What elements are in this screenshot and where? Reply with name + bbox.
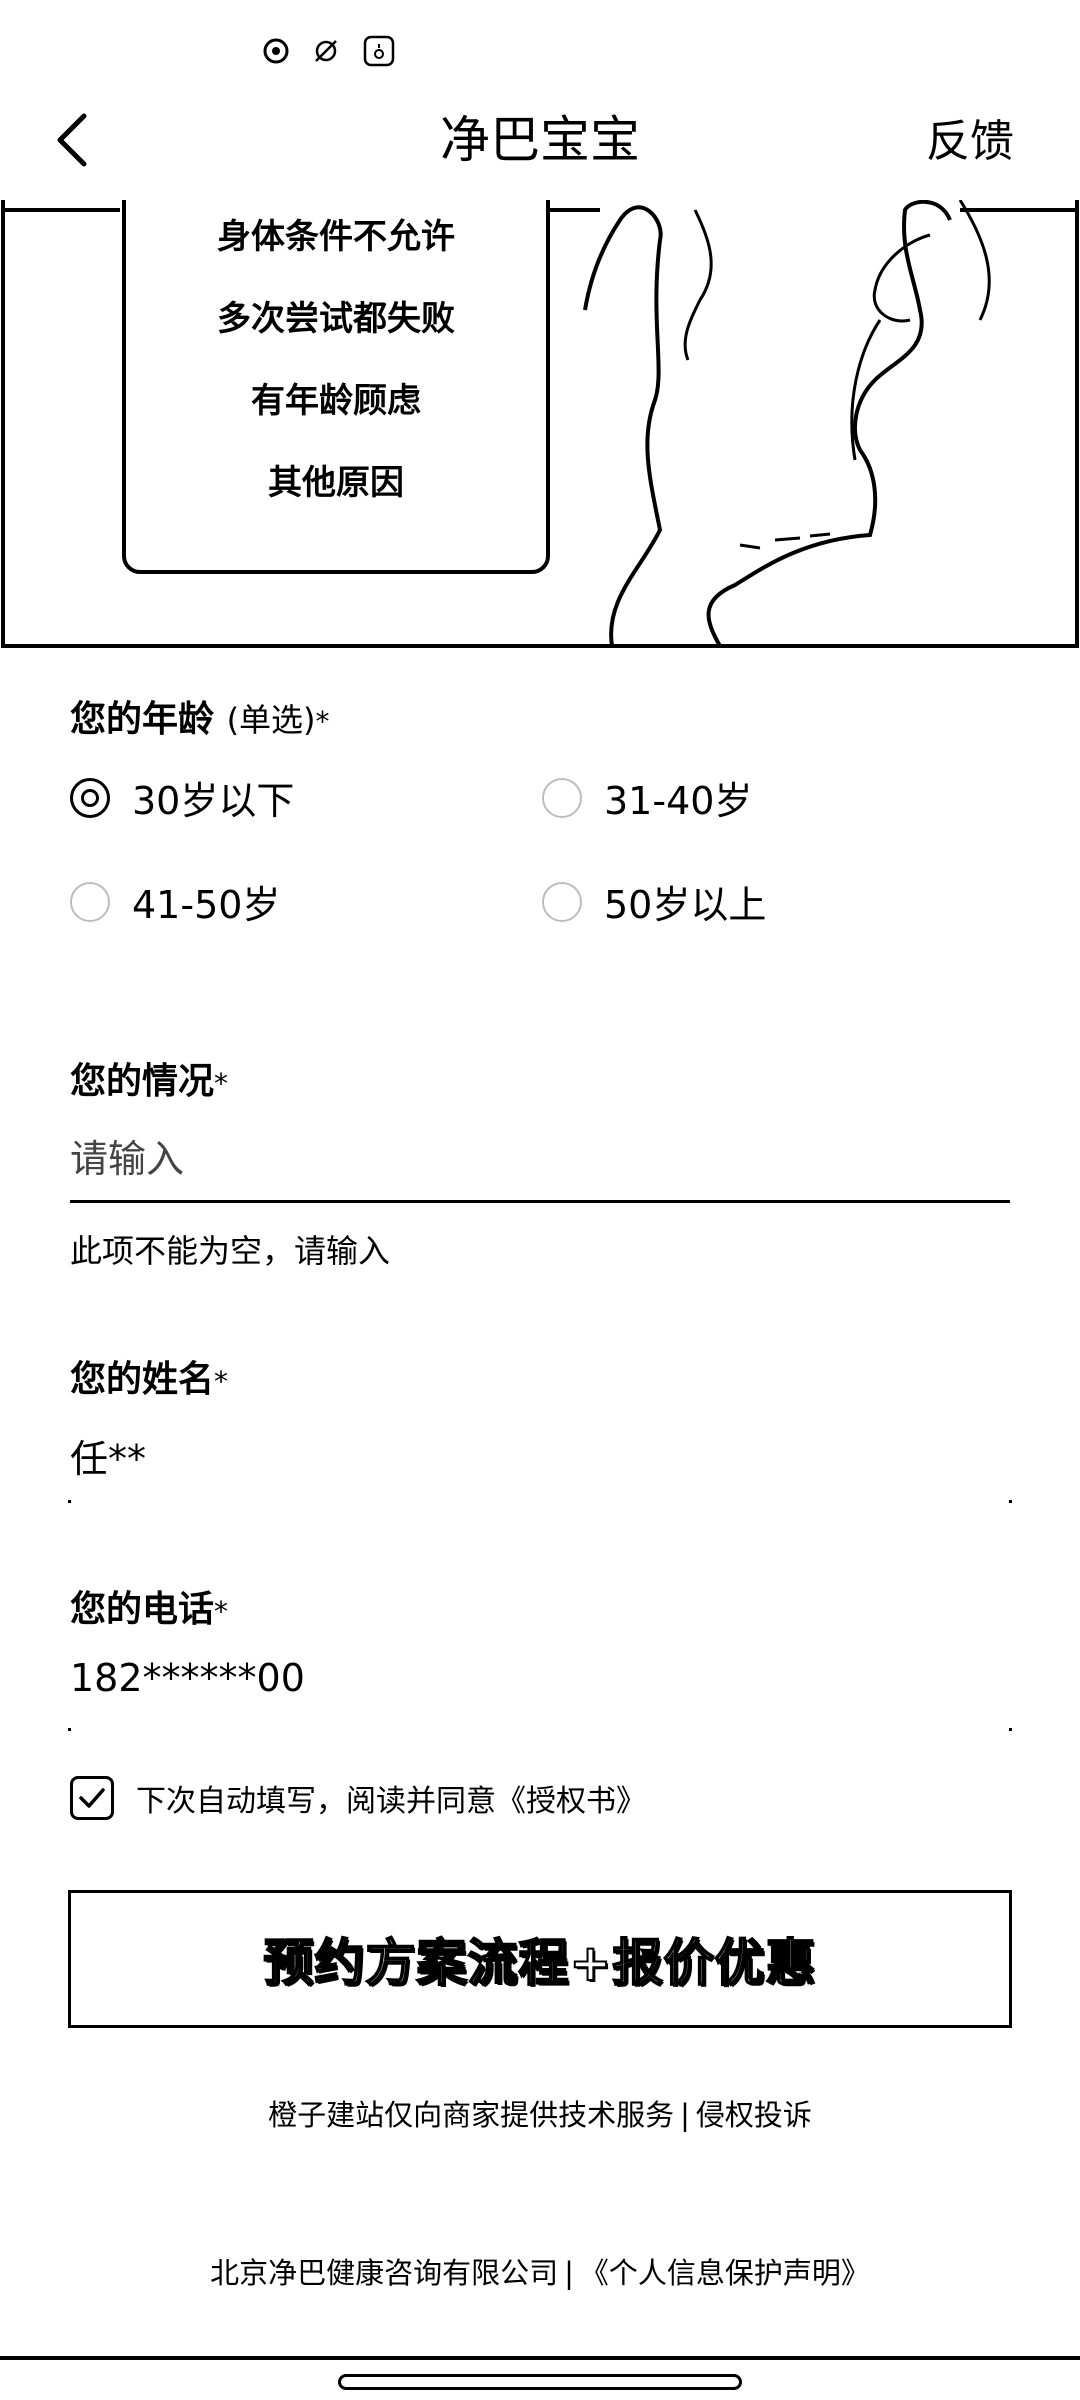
no-sync-icon	[312, 37, 340, 65]
name-label: 您的姓名*	[70, 1350, 228, 1402]
required-mark: *	[214, 1067, 229, 1100]
phone-input[interactable]: 182******00	[70, 1656, 305, 1700]
status-icons	[262, 34, 396, 68]
home-indicator[interactable]	[338, 2374, 742, 2390]
consent-checkbox[interactable]	[70, 1776, 114, 1820]
age-option-label: 41-50岁	[132, 883, 281, 927]
reason-list: 身体条件不允许 多次尝试都失败 有年龄顾虑 其他原因	[126, 200, 546, 524]
reason-card: 身体条件不允许 多次尝试都失败 有年龄顾虑 其他原因	[122, 200, 550, 574]
reason-item: 其他原因	[268, 463, 404, 503]
footer-separator: |	[564, 2256, 574, 2290]
age-label: 您的年龄 (单选)*	[70, 690, 330, 742]
footer-separator: |	[680, 2098, 690, 2132]
footer-company-line: 北京净巴健康咨询有限公司 | 《个人信息保护声明》	[0, 2250, 1080, 2292]
reason-item: 有年龄顾虑	[251, 381, 421, 421]
name-underline	[68, 1500, 1012, 1504]
radio-unchecked-icon[interactable]	[542, 881, 582, 922]
company-name: 北京净巴健康咨询有限公司	[210, 2256, 559, 2290]
name-label-text: 您的姓名	[70, 1359, 215, 1400]
app-header: 净巴宝宝 反馈	[0, 100, 1080, 180]
phone-label: 您的电话*	[70, 1580, 228, 1632]
reason-item: 身体条件不允许	[217, 217, 455, 257]
consent-text: 下次自动填写，阅读并同意《授权书》	[136, 1784, 646, 1819]
age-option-under-30[interactable]: 30岁以下	[70, 770, 294, 825]
required-mark: *	[214, 1595, 229, 1628]
consent-row[interactable]: 下次自动填写，阅读并同意《授权书》	[70, 1776, 646, 1820]
checkmark-icon	[79, 1788, 105, 1808]
age-option-label: 50岁以上	[604, 883, 767, 927]
privacy-link[interactable]: 《个人信息保护声明》	[580, 2256, 870, 2290]
situation-label-text: 您的情况	[70, 1061, 215, 1102]
feedback-button[interactable]: 反馈	[926, 112, 1014, 172]
record-icon	[262, 37, 290, 65]
page-title: 净巴宝宝	[440, 111, 640, 169]
submit-button[interactable]: 预约方案流程+报价优惠	[68, 1890, 1012, 2028]
age-option-label: 31-40岁	[604, 779, 753, 823]
notification-icon	[362, 34, 396, 68]
radio-unchecked-icon[interactable]	[70, 881, 110, 922]
phone-label-text: 您的电话	[70, 1589, 215, 1630]
banner-image: 身体条件不允许 多次尝试都失败 有年龄顾虑 其他原因	[0, 200, 1080, 650]
footer-tech-text: 橙子建站仅向商家提供技术服务	[268, 2098, 675, 2132]
age-option-label: 30岁以下	[132, 779, 295, 823]
situation-input[interactable]: 请输入	[70, 1128, 184, 1183]
situation-error: 此项不能为空，请输入	[70, 1232, 391, 1270]
status-bar	[0, 0, 1080, 96]
situation-underline	[70, 1200, 1010, 1203]
age-option-over-50[interactable]: 50岁以上	[542, 874, 766, 929]
phone-underline	[68, 1728, 1012, 1732]
radio-checked-icon[interactable]	[70, 777, 110, 818]
required-mark: *	[315, 705, 330, 738]
required-mark: *	[214, 1365, 229, 1398]
bottom-divider	[0, 2356, 1080, 2360]
submit-label: 预约方案流程+报价优惠	[263, 1933, 817, 1993]
footer-tech-line: 橙子建站仅向商家提供技术服务 | 侵权投诉	[0, 2092, 1080, 2134]
age-option-31-40[interactable]: 31-40岁	[542, 770, 752, 825]
age-label-text: 您的年龄	[70, 699, 215, 740]
radio-unchecked-icon[interactable]	[542, 777, 582, 818]
reason-item: 多次尝试都失败	[217, 299, 455, 339]
age-option-41-50[interactable]: 41-50岁	[70, 874, 280, 929]
age-hint: (单选)	[226, 701, 316, 739]
report-link[interactable]: 侵权投诉	[696, 2098, 812, 2132]
name-input[interactable]: 任**	[70, 1428, 146, 1483]
situation-label: 您的情况*	[70, 1052, 228, 1104]
